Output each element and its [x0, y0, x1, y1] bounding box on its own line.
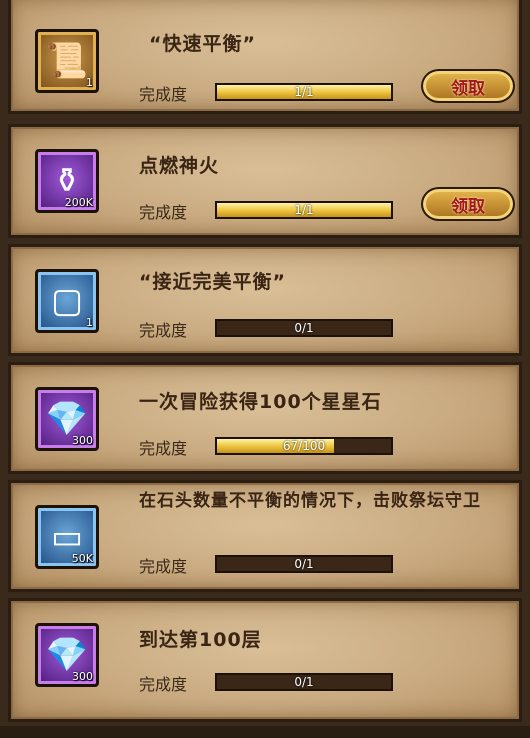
achievement-title: “接近完美平衡”	[139, 271, 286, 293]
progress-text: 1/1	[294, 85, 314, 99]
claim-button[interactable]: 领取	[421, 69, 515, 103]
reward-slot[interactable]: 💎 300	[35, 387, 99, 451]
progress-bar: 0/1	[215, 673, 393, 691]
achievement-card: 💎 300 一次冒险获得100个星星石 完成度 67/100	[8, 362, 522, 474]
reward-count: 200K	[64, 196, 93, 209]
achievement-card: 📜 1 “快速平衡” 完成度 1/1 领取	[8, 0, 522, 114]
progress-text: 0/1	[294, 557, 314, 571]
progress-label: 完成度	[139, 321, 188, 340]
reward-count: 300	[72, 670, 93, 683]
progress-label: 完成度	[139, 85, 188, 104]
achievement-title: “快速平衡”	[149, 33, 256, 55]
achievement-card: 💎 300 到达第100层 完成度 0/1	[8, 598, 522, 722]
achievement-title: 一次冒险获得100个星星石	[139, 391, 382, 413]
potion-icon: ⚱	[52, 161, 82, 201]
reward-slot[interactable]: 📜 1	[35, 29, 99, 93]
progress-label: 完成度	[139, 557, 188, 576]
progress-bar: 0/1	[215, 555, 393, 573]
progress-text: 1/1	[294, 203, 314, 217]
progress-bar: 1/1	[215, 201, 393, 219]
reward-count: 300	[72, 434, 93, 447]
progress-text: 0/1	[294, 321, 314, 335]
achievement-card: ▭ 50K 在石头数量不平衡的情况下，击败祭坛守卫 完成度 0/1	[8, 480, 522, 592]
reward-slot[interactable]: 💎 300	[35, 623, 99, 687]
progress-label: 完成度	[139, 439, 188, 458]
reward-slot[interactable]: ▭ 50K	[35, 505, 99, 569]
scroll-icon: 📜	[45, 41, 89, 81]
progress-bar: 0/1	[215, 319, 393, 337]
progress-bar: 67/100	[215, 437, 393, 455]
achievement-card: ⚱ 200K 点燃神火 完成度 1/1 领取	[8, 124, 522, 238]
reward-slot[interactable]: ⚱ 200K	[35, 149, 99, 213]
progress-text: 67/100	[282, 439, 326, 453]
diamond-icon: 💎	[45, 399, 89, 439]
list-bottom-border	[0, 726, 530, 738]
diamond-icon: 💎	[45, 635, 89, 675]
progress-bar: 1/1	[215, 83, 393, 101]
claim-button[interactable]: 领取	[421, 187, 515, 221]
reward-count: 1	[86, 76, 93, 89]
reward-count: 1	[86, 316, 93, 329]
achievement-title: 到达第100层	[139, 629, 262, 651]
reward-slot[interactable]: ▢ 1	[35, 269, 99, 333]
achievement-title: 点燃神火	[139, 155, 220, 177]
progress-text: 0/1	[294, 675, 314, 689]
achievement-list: 📜 1 “快速平衡” 完成度 1/1 领取 ⚱ 200K 点燃神火 完成度 1/…	[0, 0, 530, 738]
progress-label: 完成度	[139, 675, 188, 694]
achievement-card: ▢ 1 “接近完美平衡” 完成度 0/1	[8, 244, 522, 356]
frame-icon: ▢	[50, 281, 84, 321]
achievement-title: 在石头数量不平衡的情况下，击败祭坛守卫	[139, 491, 481, 511]
silver-bar-icon: ▭	[50, 517, 84, 557]
reward-count: 50K	[71, 552, 93, 565]
progress-label: 完成度	[139, 203, 188, 222]
